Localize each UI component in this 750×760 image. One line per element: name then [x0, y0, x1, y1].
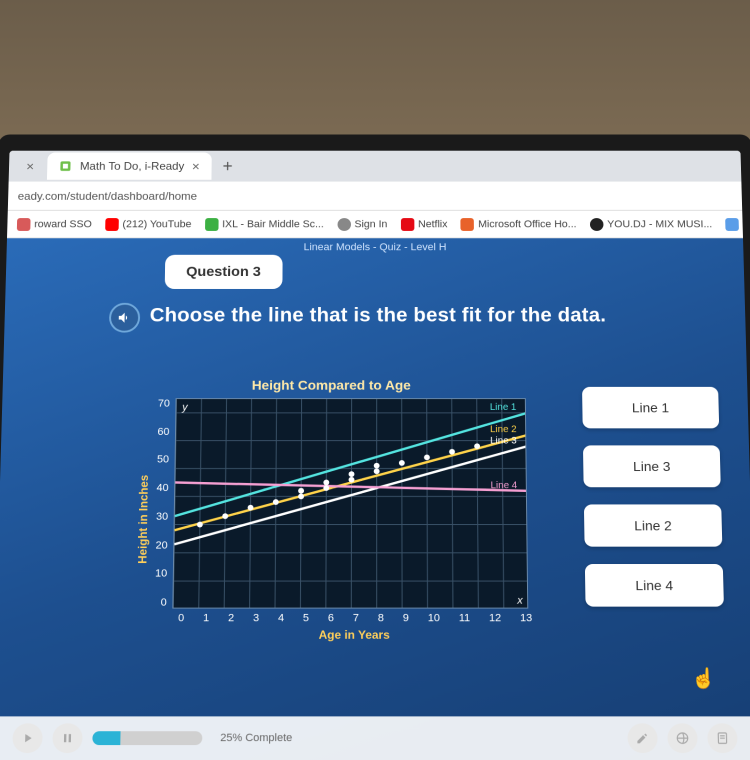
- y-axis-label: Height in Inches: [130, 475, 157, 564]
- x-tick-labels: 012345678910111213: [176, 609, 532, 625]
- chart-column: Height Compared to Age Height in Inches …: [93, 377, 567, 700]
- pause-button[interactable]: [52, 723, 83, 753]
- tool-button[interactable]: [667, 723, 698, 753]
- browser-tab-active[interactable]: Math To Do, i-Ready ×: [47, 153, 211, 180]
- quiz-content: Linear Models - Quiz - Level H Question …: [0, 238, 750, 760]
- url-text: eady.com/student/dashboard/home: [18, 189, 198, 202]
- speaker-icon: [117, 310, 133, 325]
- quiz-footer: 25% Complete: [0, 716, 750, 760]
- tool-button[interactable]: [707, 723, 738, 753]
- bookmark-item[interactable]: roward SSO: [17, 218, 92, 231]
- audio-button[interactable]: [109, 303, 141, 333]
- bookmark-item[interactable]: Netflix: [401, 218, 448, 231]
- youdj-icon: [590, 218, 604, 231]
- url-bar[interactable]: eady.com/student/dashboard/home: [8, 182, 742, 211]
- answer-line2-button[interactable]: Line 2: [584, 504, 722, 546]
- bookmark-item[interactable]: Microsoft Office Ho...: [461, 218, 577, 231]
- search-icon: [725, 218, 739, 231]
- youtube-icon: [105, 218, 119, 231]
- finger-cursor-icon: ☝: [691, 666, 716, 691]
- office-icon: [461, 218, 475, 231]
- svg-text:y: y: [181, 402, 188, 414]
- answer-line4-button[interactable]: Line 4: [585, 564, 724, 607]
- screen: × Math To Do, i-Ready × + eady.com/stude…: [0, 151, 750, 760]
- bookmark-item[interactable]: search.sea: [725, 218, 743, 231]
- quiz-area: Height Compared to Age Height in Inches …: [93, 377, 726, 700]
- doc-icon: [715, 731, 729, 745]
- answer-choices: Line 1 Line 3 Line 2 Line 4: [582, 377, 727, 700]
- browser-tabbar: × Math To Do, i-Ready × +: [9, 151, 742, 182]
- close-icon[interactable]: ×: [26, 159, 34, 174]
- svg-text:Line 3: Line 3: [490, 436, 517, 447]
- new-tab-button[interactable]: +: [213, 157, 242, 176]
- progress-fill: [92, 731, 120, 745]
- close-icon[interactable]: ×: [192, 159, 200, 174]
- globe-icon: [675, 731, 689, 745]
- bookmarks-bar: roward SSO (212) YouTube IXL - Bair Midd…: [7, 211, 743, 238]
- x-axis-label: Age in Years: [176, 624, 533, 642]
- iready-favicon-icon: [59, 160, 73, 173]
- question-prompt: Choose the line that is the best fit for…: [150, 305, 607, 327]
- chart-plot: Line 1 Line 2Line 3 Line 4 y x: [173, 398, 529, 608]
- svg-text:Line 4: Line 4: [491, 480, 518, 491]
- progress-label: 25% Complete: [220, 732, 292, 744]
- bookmark-item[interactable]: Sign In: [337, 218, 387, 231]
- bookmark-item[interactable]: YOU.DJ - MIX MUSI...: [590, 218, 713, 231]
- bookmark-icon: [17, 218, 31, 231]
- breadcrumb: Linear Models - Quiz - Level H: [304, 242, 447, 253]
- svg-text:Line 1: Line 1: [490, 402, 517, 413]
- laptop-frame: × Math To Do, i-Ready × + eady.com/stude…: [0, 134, 750, 760]
- bookmark-item[interactable]: IXL - Bair Middle Sc...: [205, 218, 324, 231]
- chart-title: Height Compared to Age: [252, 377, 411, 392]
- ixl-icon: [205, 218, 219, 231]
- question-chip: Question 3: [165, 255, 282, 289]
- svg-text:x: x: [516, 595, 523, 607]
- browser-tab-prev[interactable]: ×: [14, 153, 45, 180]
- netflix-icon: [401, 218, 414, 231]
- progress-bar: [92, 731, 202, 745]
- bookmark-item[interactable]: (212) YouTube: [105, 218, 191, 231]
- answer-line3-button[interactable]: Line 3: [583, 445, 721, 487]
- answer-line1-button[interactable]: Line 1: [582, 387, 719, 428]
- pause-icon: [60, 731, 74, 745]
- tool-button[interactable]: [627, 723, 658, 753]
- signin-icon: [337, 218, 350, 231]
- back-button[interactable]: [12, 723, 43, 753]
- svg-text:Line 2: Line 2: [490, 424, 517, 435]
- pencil-icon: [635, 731, 649, 745]
- play-icon: [20, 731, 34, 745]
- tab-title: Math To Do, i-Ready: [80, 160, 185, 173]
